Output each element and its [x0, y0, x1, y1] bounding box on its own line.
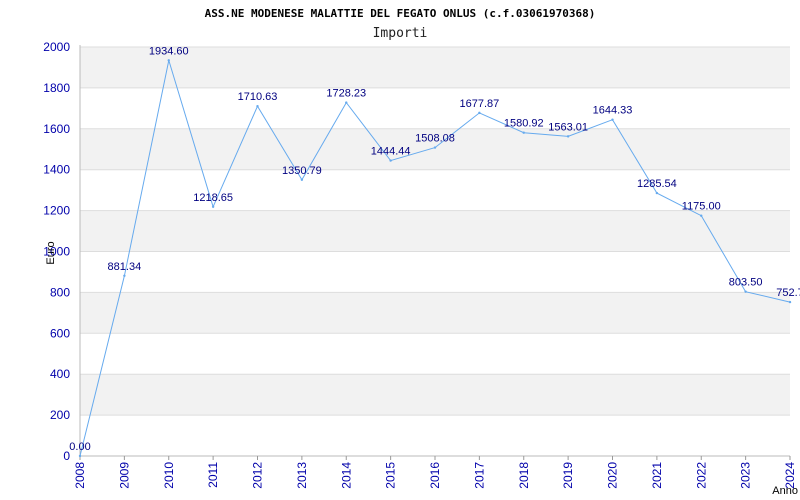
data-label: 1728.23	[326, 88, 366, 100]
x-tick-label: 2016	[428, 462, 442, 489]
data-label: 803.50	[729, 277, 763, 289]
data-point	[478, 111, 481, 115]
background-bands	[80, 47, 790, 416]
data-label: 1175.00	[682, 201, 721, 213]
data-point	[433, 146, 437, 149]
data-label: 0.00	[69, 441, 90, 453]
data-label: 1934.60	[149, 45, 189, 57]
data-point	[123, 274, 126, 277]
y-tick-label: 1200	[43, 204, 70, 218]
x-tick-label: 2010	[162, 462, 176, 489]
x-tick-label: 2021	[650, 462, 664, 489]
data-point	[744, 290, 747, 293]
data-point	[788, 300, 792, 304]
x-tick-label: 2012	[251, 462, 265, 489]
x-tick-labels: 2008 2009 2010 2011 2012 2013 2014 2015 2016 2017…	[73, 456, 797, 489]
y-tick-label: 2000	[43, 40, 70, 54]
data-point	[566, 135, 570, 138]
data-point	[167, 59, 170, 62]
x-tick-label: 2015	[384, 462, 398, 489]
x-tick-label: 2009	[117, 462, 131, 489]
x-tick-label: 2019	[561, 462, 575, 489]
data-point	[389, 159, 392, 162]
y-tick-label: 1600	[43, 122, 70, 136]
data-label: 1285.54	[637, 178, 677, 190]
x-tick-label: 2011	[206, 462, 220, 488]
x-tick-label: 2020	[606, 462, 620, 489]
x-tick-label: 2013	[295, 462, 309, 489]
x-tick-label: 2022	[694, 462, 708, 489]
data-point	[256, 104, 259, 108]
x-tick-label: 2014	[339, 462, 353, 489]
data-label: 1218.65	[193, 192, 233, 204]
data-label: 1644.33	[593, 105, 633, 117]
grid-band	[80, 292, 790, 334]
data-point	[345, 101, 348, 104]
y-tick-label: 1800	[43, 81, 70, 95]
data-point	[522, 131, 525, 134]
data-label: 1508.08	[415, 133, 455, 145]
x-tick-label: 2017	[472, 462, 486, 489]
chart-canvas: 0200400600800100012001400160018002000 20…	[43, 7, 800, 497]
y-tick-label: 200	[50, 408, 70, 422]
data-label: 752.7	[776, 287, 800, 299]
data-point	[211, 205, 215, 208]
data-label: 881.34	[108, 261, 142, 273]
x-tick-label: 2008	[73, 462, 87, 489]
x-tick-label: 2018	[517, 462, 531, 489]
chart-title: ASS.NE MODENESE MALATTIE DEL FEGATO ONLU…	[205, 7, 596, 20]
data-label: 1444.44	[371, 146, 411, 158]
data-label: 1563.01	[548, 121, 588, 133]
y-tick-label: 800	[50, 285, 70, 299]
y-tick-label: 400	[50, 367, 70, 381]
y-axis-label: Euro	[45, 241, 57, 264]
data-point	[655, 191, 659, 195]
chart-subtitle: Importi	[373, 26, 428, 41]
data-point	[611, 118, 614, 121]
data-label: 1677.87	[459, 98, 499, 110]
y-tick-label: 1400	[43, 163, 70, 177]
data-label: 1580.92	[504, 118, 544, 130]
x-axis-label: Anno	[772, 485, 798, 497]
grid-band	[80, 210, 790, 252]
data-point	[78, 454, 82, 458]
data-label: 1710.63	[238, 91, 278, 103]
data-point	[700, 214, 703, 217]
x-tick-label: 2023	[739, 462, 753, 489]
data-point	[300, 178, 304, 181]
y-tick-label: 600	[50, 326, 70, 340]
grid-band	[80, 374, 790, 416]
data-label: 1350.79	[282, 165, 322, 177]
